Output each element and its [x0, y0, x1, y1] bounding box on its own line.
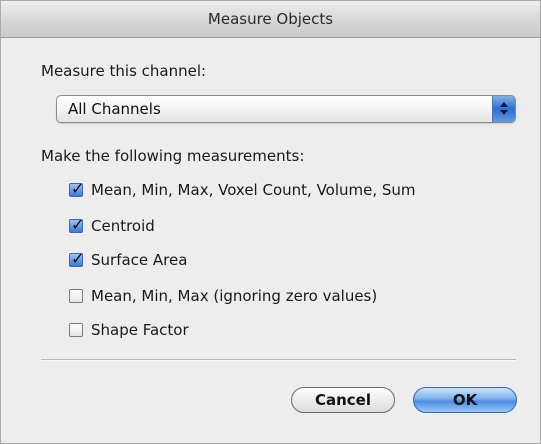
arrow-down-icon — [500, 110, 508, 115]
cancel-button[interactable]: Cancel — [291, 387, 395, 413]
checkbox[interactable] — [69, 323, 83, 337]
divider — [41, 359, 516, 361]
measurements-label: Make the following measurements: — [41, 147, 305, 165]
checkbox[interactable]: ✓ — [69, 249, 84, 268]
title-bar[interactable]: Measure Objects — [1, 1, 540, 38]
checkmark-icon: ✓ — [71, 179, 85, 198]
updown-arrows-icon — [492, 96, 515, 122]
ok-button[interactable]: OK — [413, 387, 517, 413]
channel-popup-value: All Channels — [68, 100, 161, 118]
measurement-option-label: Shape Factor — [91, 321, 189, 339]
checkbox[interactable]: ✓ — [69, 215, 84, 234]
arrow-up-icon — [500, 102, 508, 107]
measurement-option-label: Centroid — [91, 217, 155, 235]
checkmark-icon: ✓ — [71, 249, 85, 268]
window-title: Measure Objects — [207, 10, 334, 28]
channel-label: Measure this channel: — [41, 62, 207, 80]
measure-objects-dialog: Measure Objects Measure this channel: Al… — [0, 0, 541, 444]
measurement-option-label: Mean, Min, Max (ignoring zero values) — [91, 287, 378, 305]
checkmark-icon: ✓ — [71, 215, 85, 234]
channel-popup[interactable]: All Channels — [56, 95, 516, 123]
checkbox[interactable]: ✓ — [69, 179, 84, 198]
measurement-option-label: Mean, Min, Max, Voxel Count, Volume, Sum — [91, 181, 416, 199]
measurement-option-label: Surface Area — [91, 251, 188, 269]
checkbox[interactable] — [69, 289, 83, 303]
